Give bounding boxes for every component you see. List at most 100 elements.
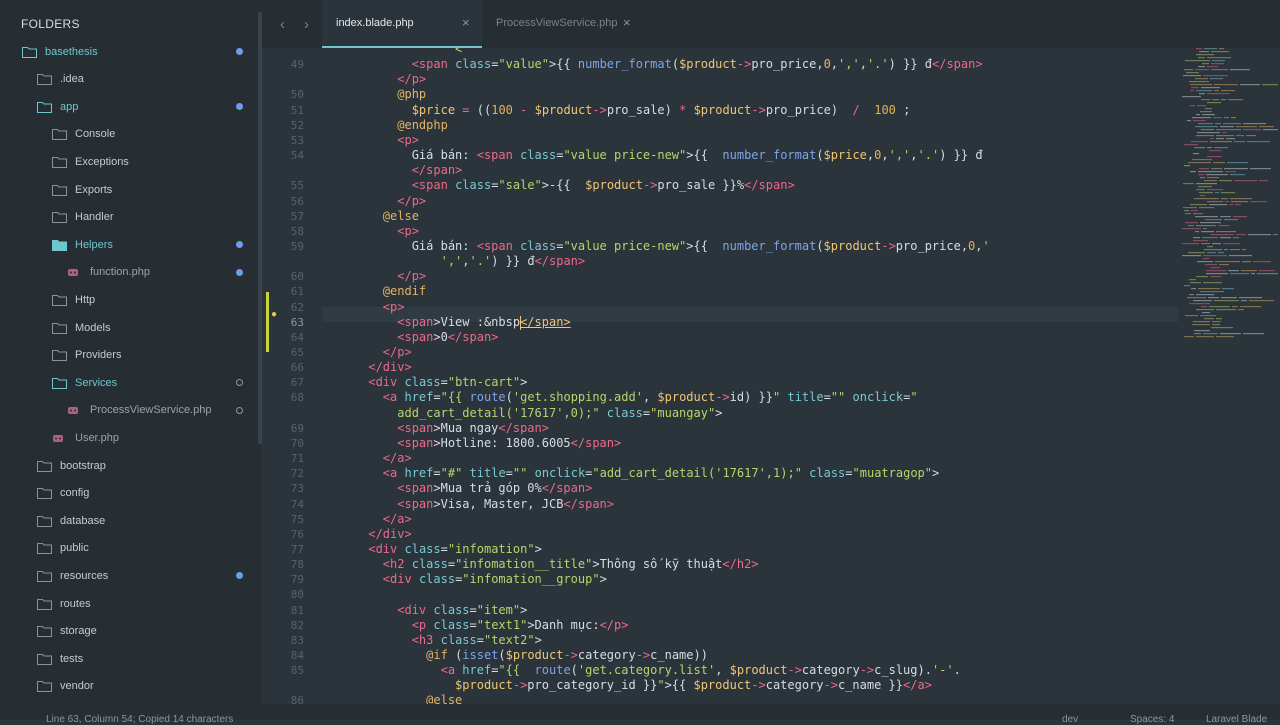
code-token: > <box>932 466 940 481</box>
folder-item-vendor[interactable]: vendor <box>0 673 295 700</box>
minimap-stroke <box>1250 201 1267 203</box>
code-token: $price <box>823 148 867 163</box>
minimap-stroke <box>1219 48 1224 50</box>
code-token: onclick <box>534 466 586 481</box>
code-token: "#" <box>440 466 463 481</box>
minimap-stroke <box>1241 300 1247 302</box>
minimap-stroke <box>1229 204 1233 206</box>
folder-item--idea[interactable]: .idea <box>0 66 295 93</box>
minimap-stroke <box>1194 330 1210 332</box>
code-token: = <box>440 541 448 556</box>
minimap-stroke <box>1196 114 1200 116</box>
code-line: </div> <box>325 360 411 374</box>
minimap-stroke <box>1210 276 1221 278</box>
line-number: 65 <box>290 346 304 359</box>
minimap-stroke <box>1199 207 1214 209</box>
code-line: <a href="{{ route('get.shopping.add', $p… <box>325 390 918 404</box>
tree-item-label: User.php <box>75 431 120 444</box>
code-token: </span> <box>498 420 549 435</box>
minimap-stroke <box>1203 282 1222 284</box>
code-line: </span> <box>325 163 463 177</box>
tab-process-view-service[interactable]: ProcessViewService.php × <box>482 0 642 48</box>
folder-icon <box>52 211 67 224</box>
close-icon[interactable]: × <box>623 15 631 30</box>
folder-item-storage[interactable]: storage <box>0 618 295 645</box>
minimap-stroke <box>1182 243 1199 245</box>
folder-item-app[interactable]: app <box>0 93 295 120</box>
folder-item-routes[interactable]: routes <box>0 590 295 617</box>
minimap-stroke <box>1210 78 1223 80</box>
code-line: $product->pro_category_id }}">{{ $produc… <box>325 678 932 692</box>
code-token: <span <box>397 329 434 344</box>
modified-indicator-icon <box>236 241 243 249</box>
folder-icon <box>37 542 52 555</box>
close-icon[interactable]: × <box>462 15 470 30</box>
code-token: </a> <box>382 451 412 466</box>
minimap[interactable] <box>1178 48 1280 338</box>
code-line: <span>Visa, Master, JCB</span> <box>325 497 614 511</box>
folder-item-basethesis[interactable]: basethesis <box>0 38 280 65</box>
forward-arrow-icon[interactable]: › <box>304 16 309 33</box>
folder-item-database[interactable]: database <box>0 507 295 534</box>
code-token: $product <box>505 648 564 662</box>
minimap-stroke <box>1220 126 1234 128</box>
minimap-stroke <box>1190 90 1194 92</box>
code-token: @php <box>397 87 427 102</box>
code-token: </span> <box>541 481 593 496</box>
code-line: <span class="sale">-{{ $product->pro_sal… <box>325 178 795 192</box>
modified-indicator-icon <box>236 406 243 414</box>
text-caret <box>520 315 521 330</box>
code-token: >{{ <box>664 678 694 693</box>
folder-item-resources[interactable]: resources <box>0 562 295 589</box>
code-token: = <box>476 632 484 647</box>
minimap-stroke <box>1185 222 1198 224</box>
folder-item-bootstrap[interactable]: bootstrap <box>0 452 295 479</box>
folder-item-tests[interactable]: tests <box>0 645 295 672</box>
code-token: <p <box>411 617 427 632</box>
code-token: -> <box>512 678 528 693</box>
minimap-stroke <box>1259 270 1275 272</box>
code-editor[interactable]: < <span class="value">{{ number_format($… <box>325 48 1175 704</box>
sidebar: FOLDERS basethesis .idea app Console Excepti… <box>0 0 263 720</box>
line-number: 78 <box>290 558 304 572</box>
line-number: 83 <box>290 633 304 647</box>
code-token: -> <box>751 102 766 117</box>
minimap-stroke <box>1196 189 1205 191</box>
minimap-stroke <box>1239 297 1262 299</box>
code-line: <span>View :&nbsp</span> <box>325 315 570 329</box>
lightbulb-icon[interactable]: ● <box>271 309 277 320</box>
code-token: category <box>577 648 636 662</box>
minimap-stroke <box>1198 66 1205 68</box>
back-arrow-icon[interactable]: ‹ <box>280 16 285 33</box>
code-token: -> <box>823 678 838 693</box>
code-line: < <box>325 48 462 56</box>
minimap-stroke <box>1188 252 1205 254</box>
folder-item-public[interactable]: public <box>0 535 295 562</box>
line-number: 80 <box>290 588 304 602</box>
minimap-stroke <box>1193 300 1212 302</box>
folder-icon <box>37 570 52 582</box>
code-token: >{{ <box>686 148 723 163</box>
code-token: id) }} <box>729 390 773 405</box>
tree-item-label: Console <box>75 128 116 141</box>
line-number: 84 <box>290 649 304 662</box>
code-line: <a href="{{ route('get.category.list', $… <box>325 663 961 677</box>
minimap-stroke <box>1198 288 1220 290</box>
code-token: "btn-cart" <box>447 375 521 390</box>
folder-item-config[interactable]: config <box>0 480 295 507</box>
minimap-stroke <box>1253 261 1271 263</box>
minimap-stroke <box>1202 114 1215 116</box>
tab-index-blade[interactable]: index.blade.php × <box>322 0 482 48</box>
